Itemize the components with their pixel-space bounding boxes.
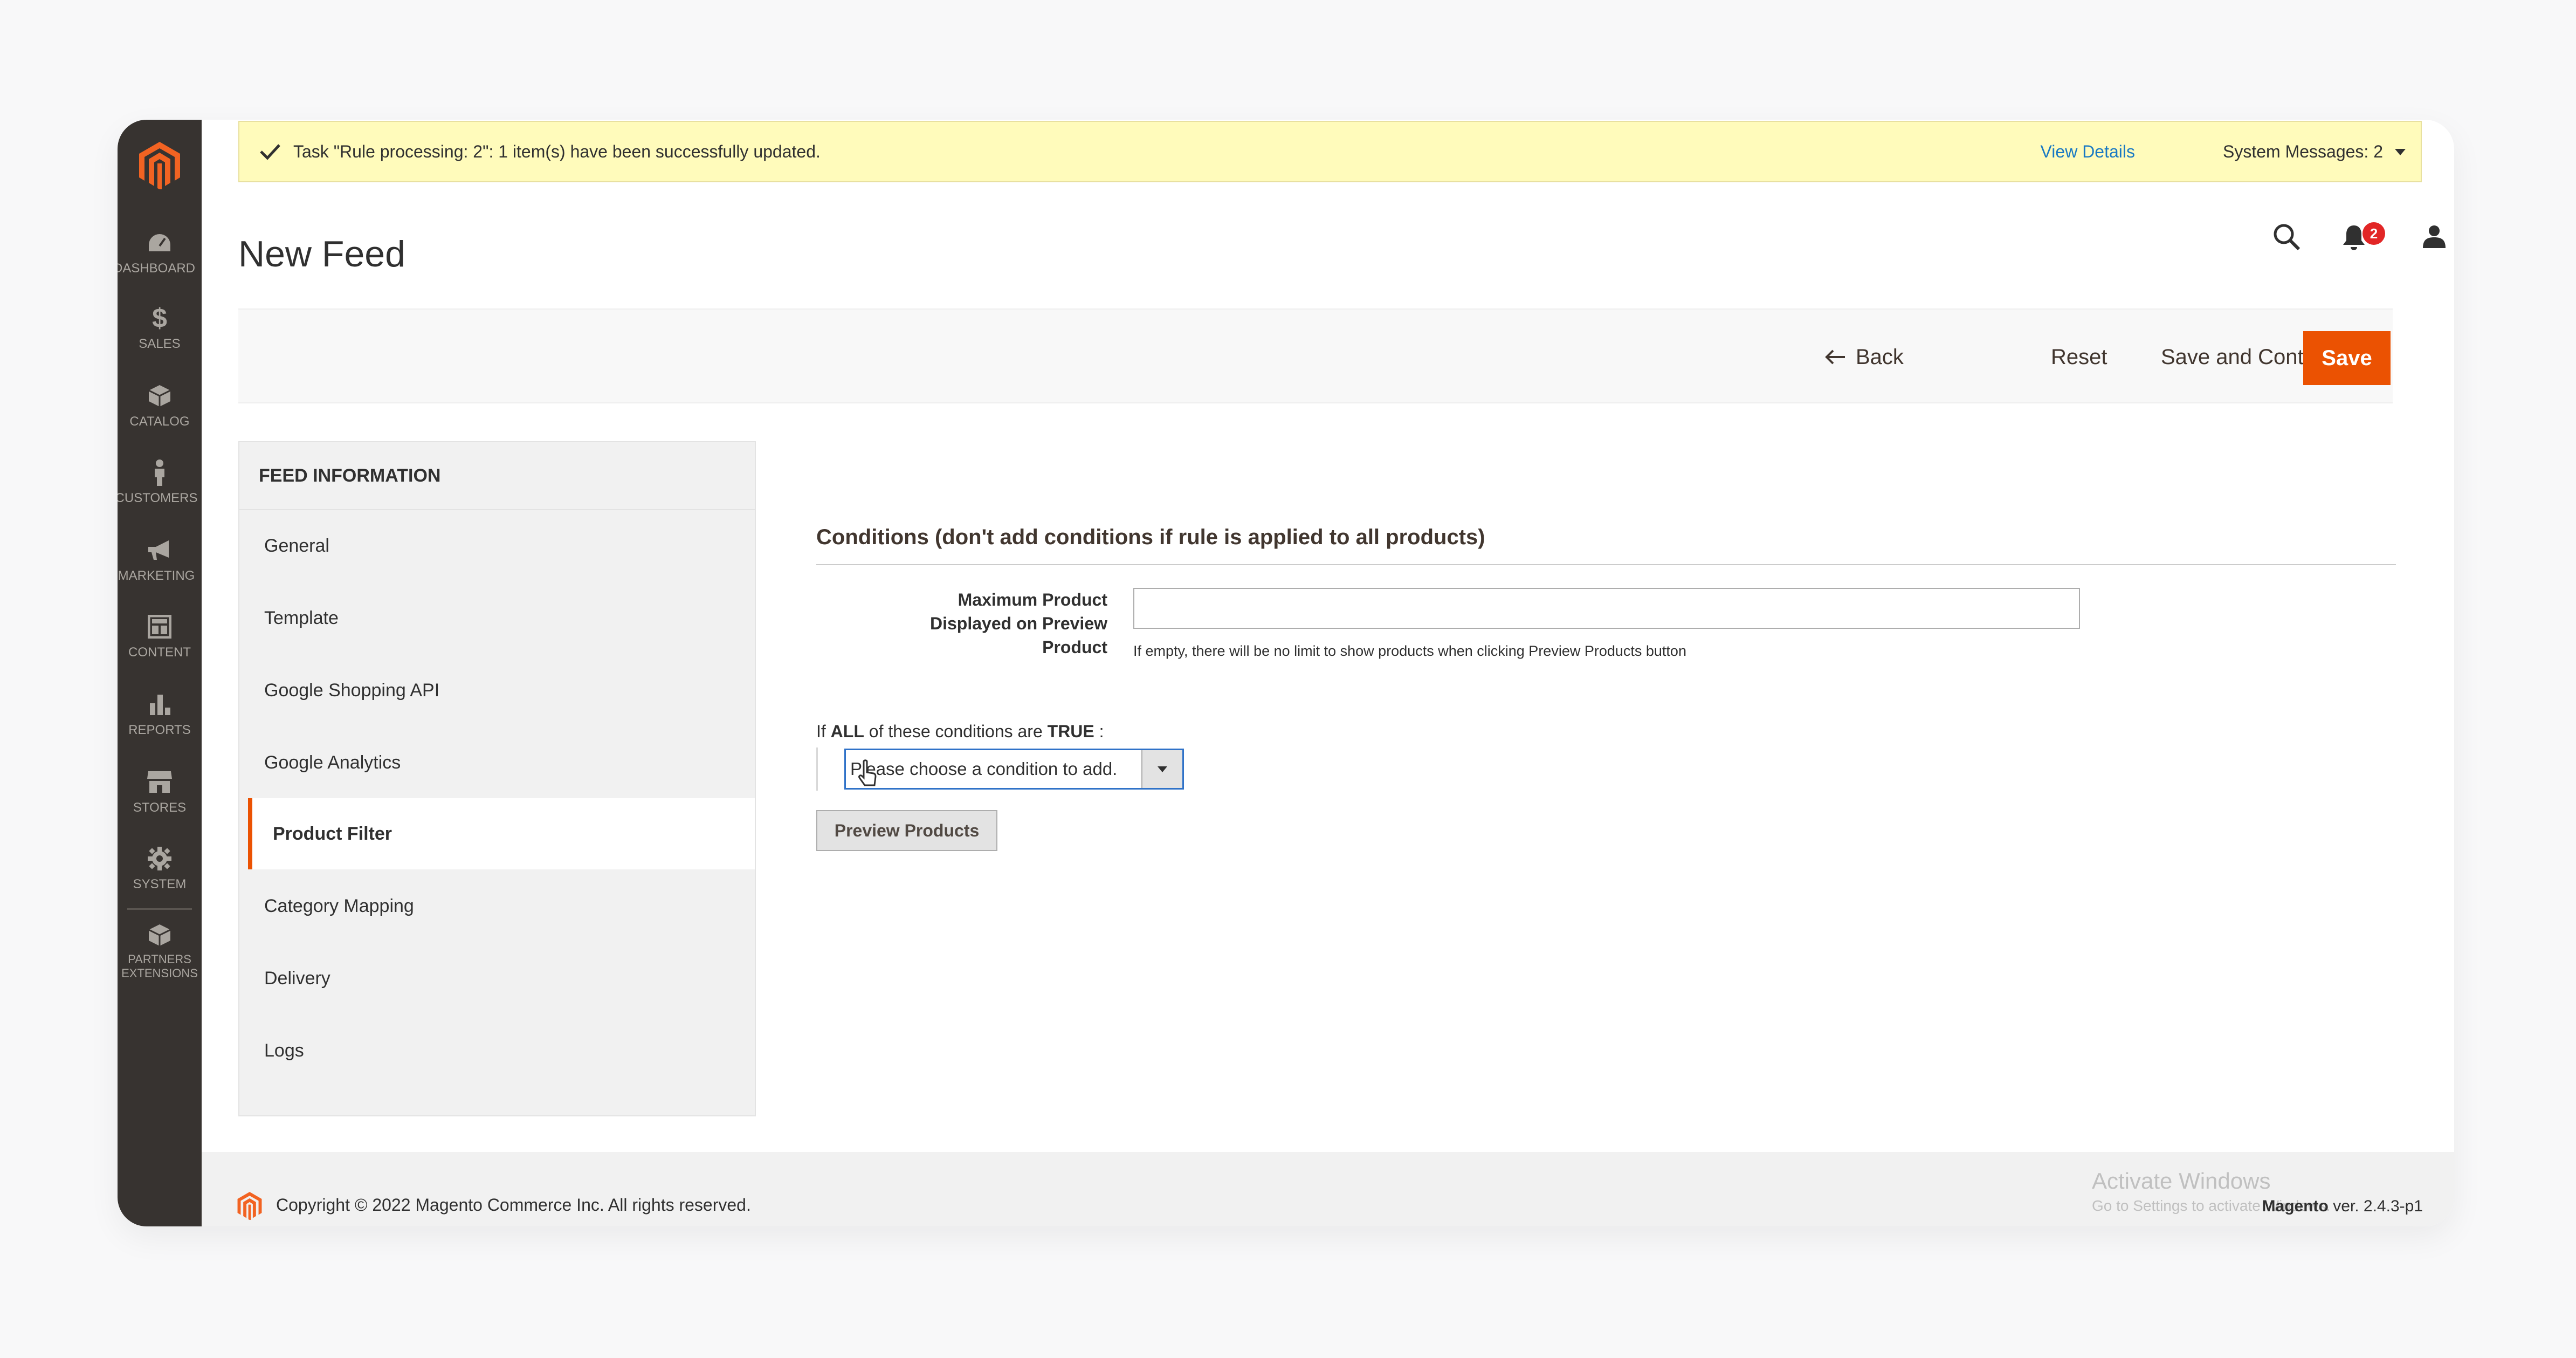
magento-logo-icon — [139, 142, 180, 189]
person-icon — [144, 457, 175, 488]
layout-icon — [144, 612, 175, 642]
condition-select-value: Please choose a condition to add. — [850, 759, 1118, 779]
mouse-cursor-icon — [857, 759, 877, 790]
tab-general[interactable]: General — [239, 510, 755, 581]
sidebar-divider — [127, 908, 192, 910]
tab-product-filter[interactable]: Product Filter — [248, 798, 755, 869]
condition-tree-line — [816, 747, 818, 791]
tab-delivery[interactable]: Delivery — [239, 943, 755, 1014]
version-text: ver. 2.4.3-p1 — [2333, 1197, 2423, 1215]
cond-mid-text: of these conditions are — [869, 722, 1043, 741]
page-footer: Copyright © 2022 Magento Commerce Inc. A… — [202, 1152, 2454, 1226]
magento-version: Magento ver. 2.4.3-p1 — [2262, 1197, 2423, 1216]
back-button[interactable]: Back — [1824, 310, 1904, 404]
gear-icon — [144, 843, 175, 874]
conditions-statement: If ALL of these conditions are TRUE : — [816, 722, 1104, 742]
sidebar-item-label: CUSTOMERS — [118, 491, 198, 505]
max-product-label: Maximum Product Displayed on Preview Pro… — [929, 590, 1107, 657]
sidebar-item-customers[interactable]: CUSTOMERS — [118, 457, 202, 517]
sidebar-item-label: CATALOG — [129, 414, 190, 429]
sidebar-item-label: PARTNERS EXTENSIONS — [121, 952, 198, 980]
cond-value-true[interactable]: TRUE — [1048, 722, 1094, 741]
sidebar-item-sales[interactable]: $ SALES — [118, 303, 202, 362]
condition-select[interactable]: Please choose a condition to add. — [844, 749, 1184, 790]
view-details-link[interactable]: View Details — [2041, 142, 2135, 162]
search-icon[interactable] — [2272, 222, 2304, 255]
sidebar-item-reports[interactable]: REPORTS — [118, 689, 202, 749]
sidebar-item-partners-extensions[interactable]: PARTNERS EXTENSIONS — [118, 921, 202, 980]
extension-box-icon — [144, 921, 175, 949]
tabs-heading: FEED INFORMATION — [239, 442, 755, 510]
sidebar-item-content[interactable]: CONTENT — [118, 612, 202, 671]
system-messages-toggle[interactable]: System Messages: 2 — [2223, 142, 2383, 162]
main-content: Task "Rule processing: 2": 1 item(s) hav… — [202, 120, 2454, 1226]
back-button-label: Back — [1856, 345, 1904, 369]
store-icon — [144, 767, 175, 797]
sidebar-item-label: CONTENT — [128, 645, 191, 660]
cond-if-text: If — [816, 722, 826, 741]
sidebar-item-label: DASHBOARD — [118, 261, 196, 276]
tab-template[interactable]: Template — [239, 582, 755, 654]
max-product-note: If empty, there will be no limit to show… — [1133, 643, 1686, 659]
checkmark-icon — [259, 139, 284, 164]
cond-end-text: : — [1099, 722, 1104, 741]
sidebar-item-marketing[interactable]: MARKETING — [118, 535, 202, 594]
sidebar-item-label: SALES — [139, 337, 181, 351]
tab-category-mapping[interactable]: Category Mapping — [239, 870, 755, 942]
dollar-icon: $ — [152, 303, 167, 333]
page-actions-bar: Back Reset Save and Continue Edit Save — [238, 308, 2393, 403]
chevron-down-icon[interactable] — [1141, 750, 1182, 788]
tab-logs[interactable]: Logs — [239, 1015, 755, 1086]
sidebar-item-label: REPORTS — [128, 723, 191, 737]
sidebar-item-label: STORES — [133, 800, 187, 815]
magento-footer-logo-icon — [237, 1192, 262, 1220]
cond-aggregator-all[interactable]: ALL — [831, 722, 864, 741]
sidebar-item-dashboard[interactable]: DASHBOARD — [118, 228, 202, 287]
box-icon — [144, 381, 175, 411]
sidebar-item-catalog[interactable]: CATALOG — [118, 381, 202, 440]
reset-button[interactable]: Reset — [2051, 310, 2107, 404]
admin-sidebar: DASHBOARD $ SALES CATALOG CUSTOMERS MARK… — [118, 120, 202, 1226]
magento-brand: Magento — [2262, 1197, 2329, 1215]
sidebar-item-label: SYSTEM — [133, 877, 187, 891]
user-icon[interactable] — [2422, 224, 2449, 251]
system-notice-bar: Task "Rule processing: 2": 1 item(s) hav… — [238, 121, 2422, 182]
tab-google-shopping-api[interactable]: Google Shopping API — [239, 655, 755, 726]
conditions-section-title: Conditions (don't add conditions if rule… — [816, 525, 1485, 549]
sidebar-item-stores[interactable]: STORES — [118, 767, 202, 826]
section-divider — [816, 564, 2396, 565]
preview-products-button[interactable]: Preview Products — [816, 810, 997, 851]
dashboard-icon — [144, 228, 175, 258]
magento-logo[interactable] — [118, 136, 202, 195]
sidebar-item-label: MARKETING — [118, 568, 195, 583]
sidebar-item-system[interactable]: SYSTEM — [118, 843, 202, 903]
bar-chart-icon — [144, 689, 175, 719]
page-title: New Feed — [238, 234, 405, 275]
feed-information-tabs: FEED INFORMATION General Template Google… — [238, 441, 756, 1116]
copyright-text: Copyright © 2022 Magento Commerce Inc. A… — [276, 1195, 751, 1215]
tab-google-analytics[interactable]: Google Analytics — [239, 727, 755, 798]
notice-message: Task "Rule processing: 2": 1 item(s) hav… — [293, 141, 821, 161]
notification-count-badge[interactable]: 2 — [2363, 222, 2385, 245]
activate-windows-title: Activate Windows — [2092, 1168, 2271, 1194]
max-product-input[interactable] — [1133, 588, 2080, 629]
arrow-left-icon — [1825, 349, 1845, 365]
megaphone-icon — [144, 535, 175, 565]
save-button[interactable]: Save — [2303, 331, 2391, 385]
admin-window: DASHBOARD $ SALES CATALOG CUSTOMERS MARK… — [118, 120, 2454, 1226]
chevron-down-icon[interactable] — [2395, 149, 2406, 155]
